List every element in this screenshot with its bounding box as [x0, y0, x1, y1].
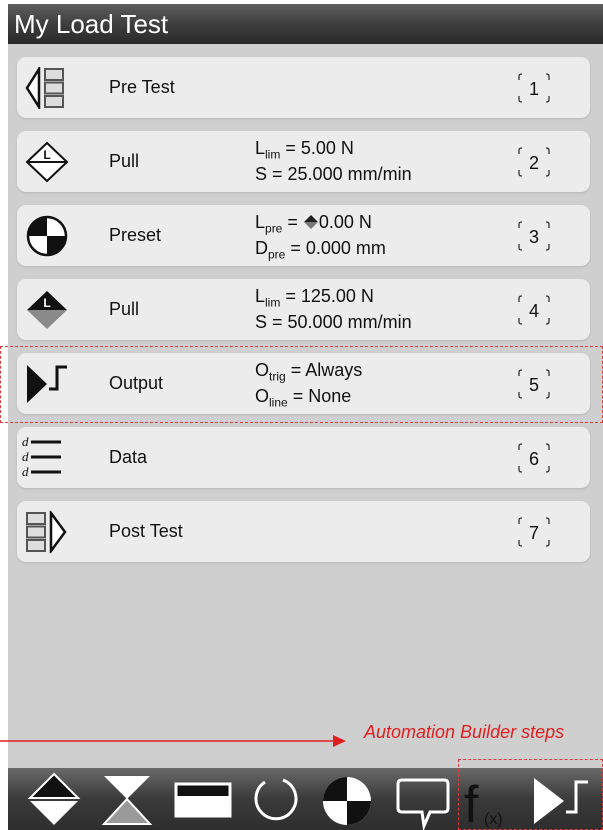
data-icon-letter: d — [22, 434, 29, 449]
hourglass-icon — [101, 776, 153, 825]
step-preset[interactable]: Preset Lpre = 0.00 N Dpre = 0.000 mm 3 — [17, 205, 590, 266]
step-number-label: 2 — [528, 153, 539, 173]
output-step-highlight — [0, 346, 603, 423]
up-down-arrow-icon — [303, 215, 318, 229]
post-test-icon — [25, 509, 69, 555]
step-param-preload: Lpre = 0.00 N — [255, 212, 372, 236]
preset-button[interactable] — [312, 768, 382, 830]
pull-compress-button[interactable] — [20, 768, 90, 830]
step-name: Pre Test — [109, 77, 175, 97]
step-param-limit: Llim = 5.00 N — [255, 138, 354, 162]
hold-button[interactable] — [168, 768, 238, 830]
step-number: 6 — [513, 438, 555, 478]
step-pre-test[interactable]: Pre Test 1 — [17, 57, 590, 118]
svg-text:L: L — [43, 296, 50, 310]
step-number: 7 — [513, 512, 555, 552]
pull-compress-icon — [27, 772, 81, 825]
preset-icon — [25, 215, 69, 257]
step-param-distance: Dpre = 0.000 mm — [255, 238, 386, 262]
data-icon: d d d — [22, 434, 69, 479]
comment-icon — [396, 778, 450, 830]
step-number-label: 1 — [528, 79, 539, 99]
step-param-limit: Llim = 125.00 N — [255, 286, 374, 310]
step-name: Data — [109, 447, 148, 467]
hourglass-button[interactable] — [92, 768, 162, 830]
step-param-speed: S = 25.000 mm/min — [255, 164, 412, 184]
rectangle-icon — [174, 782, 232, 818]
comment-button[interactable] — [388, 768, 458, 830]
svg-text:L: L — [43, 148, 50, 162]
step-pull-2[interactable]: L Pull Llim = 125.00 N S = 50.000 mm/min… — [17, 279, 590, 340]
step-number: 1 — [513, 68, 555, 108]
data-icon-letter: d — [22, 464, 29, 479]
step-param-speed: S = 50.000 mm/min — [255, 312, 412, 332]
page-title: My Load Test — [8, 4, 603, 44]
step-number-label: 3 — [528, 227, 539, 247]
pull-limit-icon: L — [25, 141, 69, 183]
automation-steps-highlight — [458, 759, 603, 830]
pull-icon: L — [25, 289, 69, 331]
annotation-label: Automation Builder steps — [364, 722, 565, 742]
step-pull-1[interactable]: L Pull Llim = 5.00 N S = 25.000 mm/min 2 — [17, 131, 590, 192]
step-data[interactable]: d d d Data 6 — [17, 427, 590, 488]
step-post-test[interactable]: Post Test 7 — [17, 501, 590, 562]
step-name: Pull — [109, 151, 140, 171]
step-number-label: 7 — [528, 523, 539, 543]
step-name: Pull — [109, 299, 140, 319]
step-number: 2 — [513, 142, 555, 182]
step-name: Post Test — [109, 521, 183, 541]
pre-test-icon — [25, 64, 69, 112]
step-number: 3 — [513, 216, 555, 256]
cycle-icon — [254, 778, 298, 821]
step-number-label: 6 — [528, 449, 539, 469]
step-number-label: 4 — [528, 301, 539, 321]
data-icon-letter: d — [22, 449, 29, 464]
cycle-button[interactable] — [243, 768, 313, 830]
step-name: Preset — [109, 225, 162, 245]
step-number: 4 — [513, 290, 555, 330]
preset-icon — [323, 777, 371, 825]
